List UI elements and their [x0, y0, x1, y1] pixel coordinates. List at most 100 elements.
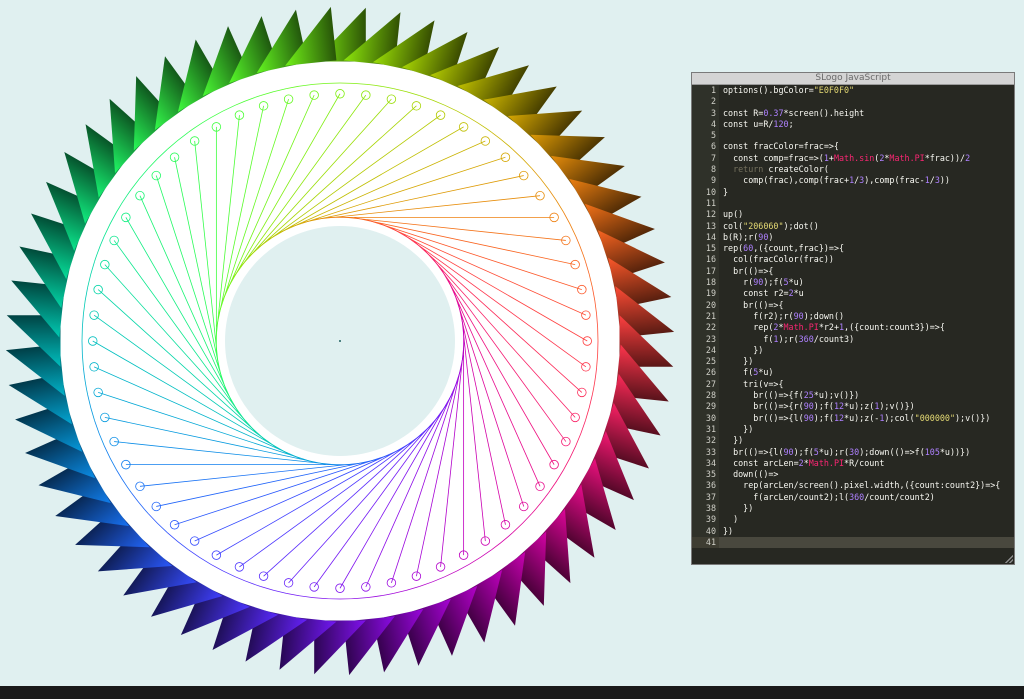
code-line[interactable]: 4 const u=R/120; [692, 118, 1014, 131]
code-line[interactable]: 22 rep(2*Math.PI*r2+1,({count:count3})=>… [692, 322, 1014, 334]
code-text: col("206060");dot() [723, 220, 819, 231]
code-line[interactable]: 41 [692, 536, 1014, 549]
line-number: 3 [692, 107, 719, 119]
code-line[interactable]: 30 br(()=>{l(90);f(12*u);z(-1);col("0000… [692, 412, 1014, 424]
line-number: 6 [692, 141, 719, 153]
code-line[interactable]: 18 r(90);f(5*u) [692, 277, 1014, 289]
code-text: const u=R/120; [723, 118, 794, 129]
line-number: 35 [692, 469, 719, 481]
code-line[interactable]: 25 }) [692, 356, 1014, 368]
code-line[interactable]: 15 rep(60,({count,frac})=>{ [692, 243, 1014, 255]
code-line[interactable]: 12 up() [692, 209, 1014, 221]
code-line[interactable]: 9 comp(frac),comp(frac+1/3),comp(frac-1/… [692, 175, 1014, 187]
code-line[interactable]: 5 [692, 130, 1014, 142]
line-number: 41 [692, 536, 719, 549]
code-text: b(R);r(90) [723, 231, 774, 242]
code-line[interactable]: 26 f(5*u) [692, 367, 1014, 379]
line-number: 7 [692, 152, 719, 165]
code-line[interactable]: 35 down(()=> [692, 469, 1014, 481]
code-text: }) [723, 344, 764, 355]
code-line[interactable]: 1 options().bgColor="E0F0F0" [692, 85, 1014, 97]
code-line[interactable]: 28 br(()=>{f(25*u);v()}) [692, 390, 1014, 402]
code-text: br(()=>{ [723, 265, 774, 276]
code-line[interactable]: 10} [692, 186, 1014, 198]
line-number: 30 [692, 412, 719, 424]
line-number: 22 [692, 322, 719, 334]
line-number: 32 [692, 435, 719, 447]
code-text: f(r2);r(90);down() [723, 310, 845, 321]
code-line[interactable]: 24 }) [692, 344, 1014, 357]
code-text: ) [723, 514, 739, 525]
code-text: f(arcLen/count2);l(360/count/count2) [723, 491, 935, 502]
code-text: const arcLen=2*Math.PI*R/count [723, 457, 885, 468]
code-line[interactable]: 36 rep(arcLen/screen().pixel.width,({cou… [692, 480, 1014, 492]
code-text: rep(2*Math.PI*r2+1,({count:count3})=>{ [723, 322, 945, 333]
code-text: r(90);f(5*u) [723, 277, 804, 288]
code-line[interactable]: 19 const r2=2*u [692, 288, 1014, 300]
code-line[interactable]: 27 tri(v=>{ [692, 378, 1014, 391]
line-number: 28 [692, 390, 719, 402]
code-line[interactable]: 40}) [692, 525, 1014, 537]
line-number: 21 [692, 310, 719, 323]
line-number: 40 [692, 525, 719, 537]
code-line[interactable]: 11 [692, 197, 1014, 210]
line-number: 26 [692, 367, 719, 379]
code-line[interactable]: 20 br(()=>{ [692, 299, 1014, 311]
code-line[interactable]: 17 br(()=>{ [692, 265, 1014, 278]
code-line[interactable]: 29 br(()=>{r(90);f(12*u);z(1);v()}) [692, 401, 1014, 413]
line-number: 31 [692, 423, 719, 436]
code-line[interactable]: 21 f(r2);r(90);down() [692, 310, 1014, 323]
code-editor-window[interactable]: SLogo JavaScript 1 options().bgColor="E0F… [691, 72, 1015, 565]
code-text: }) [723, 525, 734, 536]
line-number: 15 [692, 243, 719, 255]
line-number: 33 [692, 446, 719, 458]
code-text: }) [723, 435, 744, 446]
code-text: }) [723, 356, 754, 367]
code-line[interactable]: 16 col(fracColor(frac)) [692, 254, 1014, 266]
code-line[interactable]: 39 ) [692, 514, 1014, 526]
line-number: 9 [692, 175, 719, 187]
turtle-graphics-canvas [5, 6, 675, 676]
code-line[interactable]: 37 f(arcLen/count2);l(360/count/count2) [692, 491, 1014, 503]
line-number: 14 [692, 231, 719, 244]
line-number: 13 [692, 220, 719, 232]
line-number: 1 [692, 85, 719, 97]
code-line[interactable]: 2 [692, 96, 1014, 108]
line-number: 24 [692, 344, 719, 357]
code-text: up() [723, 209, 744, 220]
code-line[interactable]: 3 const R=0.37*screen().height [692, 107, 1014, 119]
line-number: 2 [692, 96, 719, 108]
code-area[interactable]: 1 options().bgColor="E0F0F0" 2 3 const R=0.3… [692, 85, 1014, 549]
code-line[interactable]: 34 const arcLen=2*Math.PI*R/count [692, 457, 1014, 470]
line-number: 27 [692, 378, 719, 391]
line-number: 34 [692, 457, 719, 470]
code-line[interactable]: 14 b(R);r(90) [692, 231, 1014, 244]
bottom-bar [0, 686, 1024, 699]
code-text: br(()=>{l(90);f(12*u);z(-1);col("000000"… [723, 412, 991, 423]
code-line[interactable]: 32 }) [692, 435, 1014, 447]
line-number: 37 [692, 491, 719, 503]
code-line[interactable]: 8 return createColor( [692, 164, 1014, 176]
code-line[interactable]: 31 }) [692, 423, 1014, 436]
line-number: 17 [692, 265, 719, 278]
code-text: rep(arcLen/screen().pixel.width,({count:… [723, 480, 1001, 491]
code-text: tri(v=>{ [723, 378, 784, 389]
code-line[interactable]: 6 const fracColor=frac=>{ [692, 141, 1014, 153]
line-number: 29 [692, 401, 719, 413]
code-text: rep(60,({count,frac})=>{ [723, 243, 845, 254]
line-number: 25 [692, 356, 719, 368]
resize-grip-icon[interactable] [1005, 555, 1013, 563]
line-number: 16 [692, 254, 719, 266]
code-line[interactable]: 33 br(()=>{l(90);f(5*u);r(30);down(()=>f… [692, 446, 1014, 458]
line-number: 12 [692, 209, 719, 221]
code-line[interactable]: 7 const comp=frac=>(1+Math.sin(2*Math.PI… [692, 152, 1014, 165]
code-text: }) [723, 502, 754, 513]
code-line[interactable]: 23 f(1);r(360/count3) [692, 333, 1014, 345]
code-line[interactable]: 38 }) [692, 502, 1014, 515]
code-text: br(()=>{l(90);f(5*u);r(30);down(()=>f(10… [723, 446, 971, 457]
code-text: options().bgColor="E0F0F0" [723, 85, 855, 95]
code-text: comp(frac),comp(frac+1/3),comp(frac-1/3)… [723, 175, 950, 186]
line-number: 19 [692, 288, 719, 300]
code-text: down(()=> [723, 469, 779, 480]
code-line[interactable]: 13 col("206060");dot() [692, 220, 1014, 232]
